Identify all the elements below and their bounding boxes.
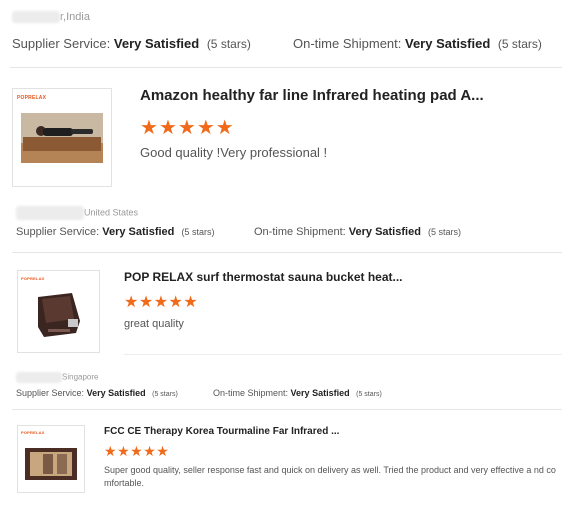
reviewer-name-blurred	[12, 11, 60, 24]
supplier-service-stars: (5 stars)	[181, 227, 215, 237]
star-icon: ★	[143, 443, 157, 459]
star-rating: ★★★★★	[124, 292, 198, 312]
supplier-service-value: Very Satisfied	[102, 226, 175, 238]
star-icon: ★	[104, 443, 118, 459]
shipment-label: On-time Shipment:	[254, 226, 346, 238]
supplier-service-value: Very Satisfied	[86, 388, 146, 398]
therapy-mat-image	[25, 448, 77, 480]
review-comment: Super good quality, seller response fast…	[104, 465, 556, 488]
star-rating: ★★★★★	[104, 443, 169, 460]
shipment-stars: (5 stars)	[356, 391, 382, 398]
divider	[10, 67, 562, 68]
reviewer-country: Singapore	[62, 372, 99, 382]
shipment-label: On-time Shipment:	[293, 36, 402, 51]
star-icon: ★	[153, 294, 169, 311]
product-thumbnail[interactable]: POPRELAX	[17, 270, 100, 353]
shipment-value: Very Satisfied	[405, 36, 491, 51]
divider	[12, 409, 562, 410]
shipment-stars: (5 stars)	[427, 227, 461, 237]
review-comment: great quality	[124, 318, 184, 330]
divider	[12, 252, 562, 253]
supplier-service-label: Supplier Service:	[16, 388, 85, 398]
product-thumbnail[interactable]: POPRELAX	[17, 425, 85, 493]
star-icon: ★	[177, 117, 197, 139]
brand-logo: POPRELAX	[17, 95, 47, 101]
star-rating: ★★★★★	[140, 115, 235, 140]
product-thumbnail[interactable]: POPRELAX	[12, 88, 112, 187]
star-icon: ★	[215, 117, 235, 139]
brand-logo: POPRELAX	[21, 276, 45, 281]
star-icon: ★	[130, 443, 144, 459]
heating-pad-image	[21, 113, 103, 163]
shipment-stars: (5 stars)	[497, 37, 542, 51]
reviewer-country: United States	[84, 207, 139, 218]
product-title[interactable]: FCC CE Therapy Korea Tourmaline Far Infr…	[104, 426, 339, 437]
reviewer-name-blurred	[16, 206, 84, 220]
reviewer-name-blurred	[16, 372, 62, 383]
star-icon: ★	[183, 294, 199, 311]
reviewer-country: r,India	[60, 11, 90, 23]
product-title[interactable]: Amazon healthy far line Infrared heating…	[140, 87, 484, 104]
supplier-service-label: Supplier Service:	[16, 226, 100, 238]
review-comment: Good quality !Very professional !	[140, 145, 328, 160]
shipment-value: Very Satisfied	[348, 226, 421, 238]
supplier-service-stars: (5 stars)	[206, 37, 251, 51]
supplier-service-value: Very Satisfied	[113, 36, 200, 51]
star-icon: ★	[168, 294, 184, 311]
supplier-service-label: Supplier Service:	[12, 36, 111, 51]
product-title[interactable]: POP RELAX surf thermostat sauna bucket h…	[124, 270, 403, 284]
divider	[124, 354, 562, 355]
sauna-bucket-image	[38, 293, 80, 337]
shipment-label: On-time Shipment:	[213, 388, 289, 398]
star-icon: ★	[124, 294, 139, 311]
star-icon: ★	[196, 117, 216, 139]
supplier-service-stars: (5 stars)	[152, 391, 178, 398]
star-icon: ★	[117, 443, 131, 459]
star-icon: ★	[158, 117, 178, 139]
shipment-value: Very Satisfied	[290, 388, 350, 398]
brand-logo: POPRELAX	[21, 430, 45, 435]
star-icon: ★	[138, 294, 154, 311]
star-icon: ★	[140, 117, 159, 139]
star-icon: ★	[156, 443, 170, 459]
